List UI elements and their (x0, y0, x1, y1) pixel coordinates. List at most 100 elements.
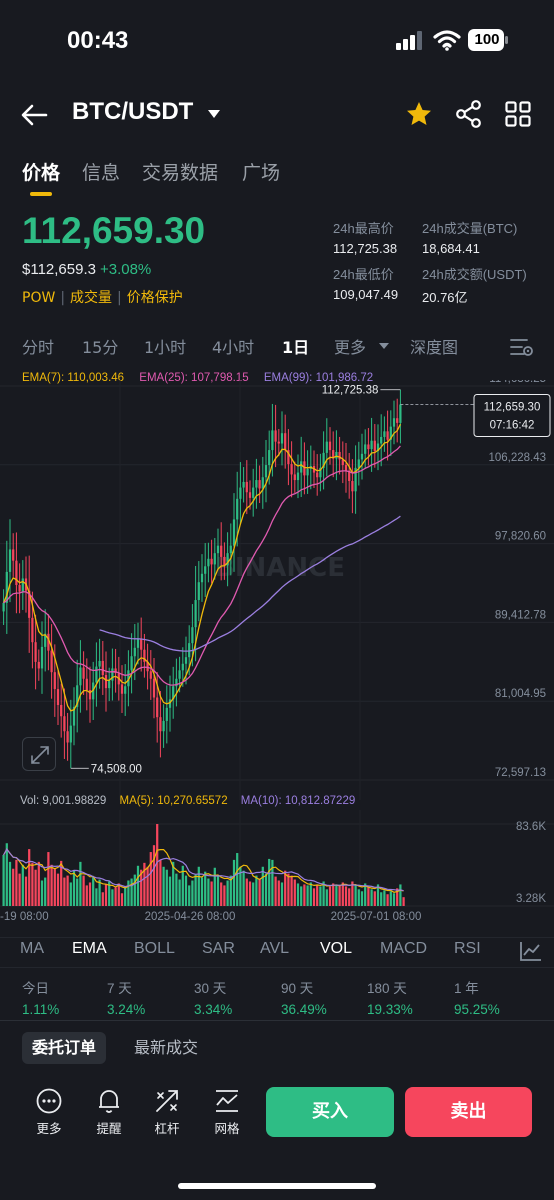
volume-bar (220, 882, 223, 906)
candle-body (181, 663, 184, 671)
fullscreen-button[interactable] (22, 737, 56, 771)
tag-separator: | (117, 290, 122, 306)
perf-value: 95.25% (454, 1002, 500, 1017)
tab-info[interactable]: 信息 (82, 158, 120, 185)
volume-bar (255, 875, 258, 906)
volume-bar (76, 878, 79, 906)
stat-label: 24h最低价 (333, 267, 394, 282)
candle-body (37, 661, 40, 669)
stat-value: 20.76亿 (422, 290, 468, 305)
leverage-button[interactable]: 杠杆 (142, 1088, 192, 1137)
indicator-rsi[interactable]: RSI (454, 940, 481, 958)
volume-bar (12, 868, 15, 906)
tab-trading-data[interactable]: 交易数据 (142, 158, 218, 185)
candle-body (268, 450, 271, 466)
volume-bar (159, 859, 162, 906)
star-icon[interactable] (405, 100, 433, 128)
interval-time-sharing[interactable]: 分时 (22, 334, 54, 358)
interval-15m[interactable]: 15分 (82, 334, 118, 358)
indicator-boll[interactable]: BOLL (134, 940, 175, 958)
candle-body (140, 639, 143, 650)
more-button[interactable]: 更多 (24, 1088, 74, 1137)
interval-depth-chart[interactable]: 深度图 (410, 334, 458, 358)
candle-body (210, 558, 213, 565)
candle-body (95, 666, 98, 683)
interval-4h[interactable]: 4小时 (212, 334, 254, 358)
indicator-ma[interactable]: MA (20, 940, 44, 958)
cellular-signal-icon (396, 31, 422, 50)
volume-bar (149, 852, 152, 906)
caret-down-icon[interactable] (206, 108, 222, 120)
volume-ma5: MA(5): 10,270.65572 (119, 795, 228, 807)
volume-bar (287, 873, 290, 906)
interval-more[interactable]: 更多 (334, 334, 366, 358)
candle-body (239, 487, 242, 499)
volume-bar (216, 875, 220, 906)
indicator-sar[interactable]: SAR (202, 940, 235, 958)
volume-max-label: 83.6K (516, 821, 546, 833)
candle-body (316, 472, 319, 478)
leverage-icon (156, 1090, 178, 1112)
grid-trading-button[interactable]: 网格 (202, 1088, 252, 1137)
alert-button[interactable]: 提醒 (84, 1088, 134, 1137)
fiat-price: $112,659.3 (22, 261, 96, 278)
candle-body (213, 553, 216, 565)
back-arrow-icon[interactable] (20, 102, 48, 128)
volume-bar (264, 873, 268, 906)
chart-settings-icon[interactable] (510, 336, 534, 358)
volume-bar (293, 879, 296, 906)
interval-1h[interactable]: 1小时 (144, 334, 186, 358)
more-caret-down-icon[interactable] (378, 342, 390, 350)
candlestick-chart[interactable]: 114,636.25 106,228.43 97,820.60 89,412.78 81… (0, 380, 554, 800)
volume-chart[interactable]: 83.6K 3.28K -19 08:00 2025-04-26 08:00 2025-… (0, 810, 554, 930)
candle-body (338, 451, 341, 460)
tab-square[interactable]: 广场 (242, 158, 280, 185)
perf-label: 1 年 (454, 981, 479, 996)
share-icon[interactable] (456, 100, 482, 128)
candle-body (108, 680, 111, 689)
candle-body (386, 431, 389, 440)
indicator-macd[interactable]: MACD (380, 940, 427, 958)
indicator-avl[interactable]: AVL (260, 940, 289, 958)
tag-pow[interactable]: POW (22, 290, 55, 306)
volume-bar (268, 858, 271, 906)
interval-1d[interactable]: 1日 (282, 334, 309, 358)
indicator-settings-icon[interactable] (520, 941, 542, 961)
pair-title[interactable]: BTC/USDT (72, 98, 193, 126)
indicator-vol[interactable]: VOL (320, 940, 352, 958)
tab-open-orders[interactable]: 委托订单 (22, 1032, 107, 1064)
tab-recent-trades[interactable]: 最新成交 (134, 1032, 198, 1064)
sell-button[interactable]: 卖出 (405, 1087, 532, 1137)
candle-body (367, 444, 370, 450)
perf-label: 今日 (22, 981, 49, 996)
alert-label: 提醒 (96, 1121, 122, 1136)
header: BTC/USDT (0, 90, 554, 140)
volume-bar (92, 876, 95, 906)
candle-body (204, 566, 207, 574)
volume-bar (252, 882, 255, 906)
candle-body (66, 731, 69, 743)
stat-24h-volume-btc: 24h成交量(BTC) 18,684.41 (422, 218, 517, 256)
volume-bar (82, 875, 85, 906)
grid-trading-icon (216, 1090, 238, 1112)
volume-bar (373, 891, 376, 906)
volume-bar (316, 884, 319, 906)
perf-label: 90 天 (281, 981, 314, 996)
volume-bar (399, 884, 402, 906)
tag-price-protection[interactable]: 价格保护 (127, 290, 183, 306)
volume-bar (66, 875, 69, 906)
volume-bar (280, 882, 284, 906)
y-tick-label: 97,820.60 (495, 531, 546, 543)
grid-menu-icon[interactable] (505, 101, 531, 127)
candle-body (261, 477, 264, 489)
tag-volume[interactable]: 成交量 (70, 290, 112, 306)
buy-button[interactable]: 买入 (266, 1087, 394, 1137)
volume-bar (104, 884, 108, 906)
tab-price[interactable]: 价格 (22, 158, 60, 185)
volume-bar (79, 861, 82, 906)
volume-bar (28, 849, 31, 906)
indicator-ema[interactable]: EMA (72, 940, 107, 958)
candle-body (34, 642, 37, 662)
volume-bar (248, 881, 252, 906)
volume-bar (277, 880, 280, 906)
